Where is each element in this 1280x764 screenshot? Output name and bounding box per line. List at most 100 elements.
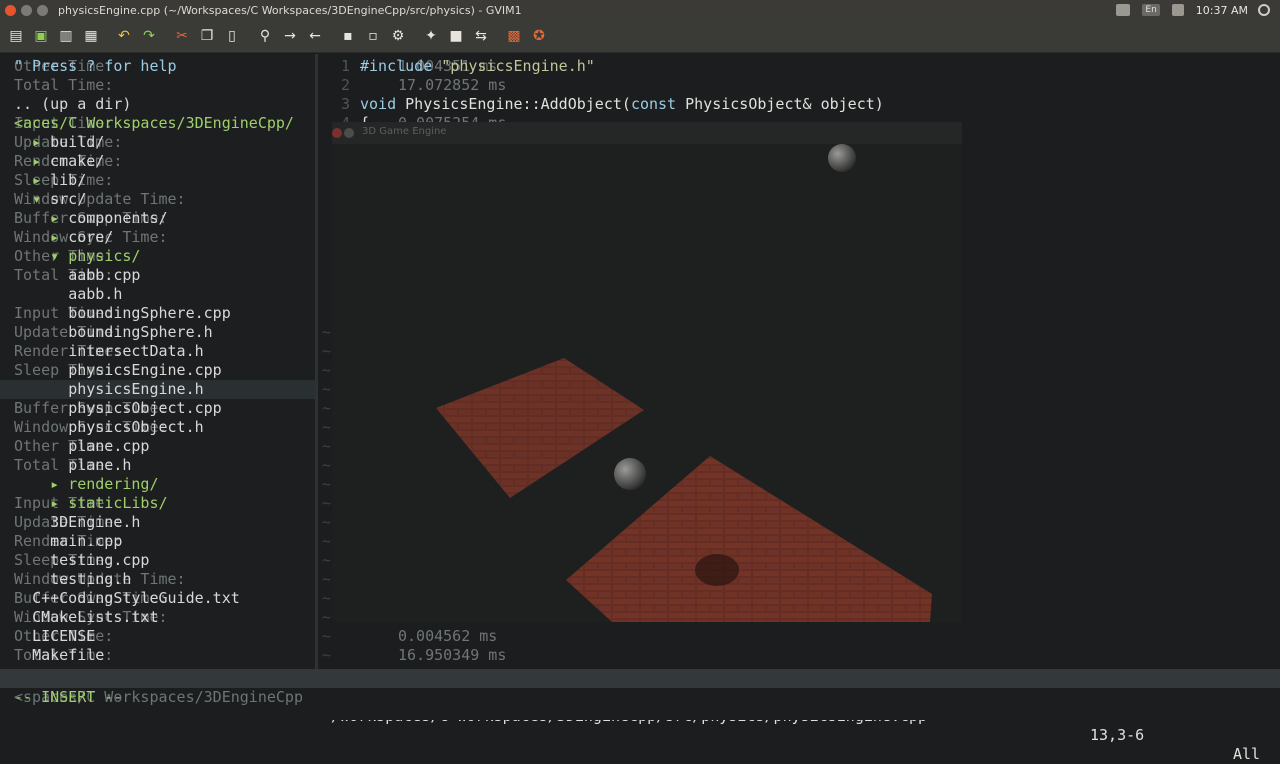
tree-entry[interactable]: plane.h — [14, 456, 131, 475]
open-file-icon[interactable]: ▤ — [6, 26, 26, 46]
tree-entry[interactable]: boundingSphere.h — [14, 323, 213, 342]
collapsed-arrow-icon[interactable]: ▸ — [50, 228, 68, 246]
scroll-indicator: All — [1233, 745, 1261, 763]
tree-entry-label: <aces/C Workspaces/3DEngineCpp/ — [14, 114, 294, 132]
ghost-timing-line: 17.072852 ms — [398, 76, 507, 94]
tree-entry[interactable]: ▸ lib/ — [14, 171, 86, 190]
tree-entry-label: 3DEngine.h — [50, 513, 141, 531]
collapsed-arrow-icon[interactable]: ▸ — [32, 133, 50, 151]
paste-icon[interactable]: ▯ — [222, 26, 242, 46]
tree-entry[interactable]: aabb.cpp — [14, 266, 140, 285]
expanded-arrow-icon[interactable]: ▾ — [50, 247, 68, 265]
tree-entry[interactable]: physicsEngine.h — [14, 380, 203, 399]
tree-entry[interactable]: LICENSE — [14, 627, 95, 646]
keyboard-icon[interactable] — [1116, 4, 1131, 16]
tree-entry[interactable]: boundingSphere.cpp — [14, 304, 231, 323]
tree-entry[interactable]: C++CodingStyleGuide.txt — [14, 589, 240, 608]
sphere-lower — [614, 458, 646, 490]
window-minimize-button[interactable] — [21, 4, 32, 16]
language-indicator[interactable]: En — [1142, 4, 1160, 16]
tree-entry[interactable]: physicsEngine.cpp — [14, 361, 222, 380]
shell-icon[interactable]: ■ — [446, 26, 466, 46]
tree-entry[interactable]: plane.cpp — [14, 437, 149, 456]
print-icon[interactable]: ▦ — [81, 26, 101, 46]
tree-entry-label: .. (up a dir) — [14, 95, 132, 113]
tree-directory[interactable]: ▸ staticLibs/ — [14, 494, 168, 513]
collapsed-arrow-icon[interactable]: ▸ — [50, 475, 68, 493]
tree-entry-label: physicsObject.cpp — [68, 399, 222, 417]
find-help-icon[interactable]: ✪ — [529, 26, 549, 46]
empty-line-tilde: ~ — [322, 437, 332, 455]
empty-line-tilde: ~ — [322, 589, 332, 607]
tree-entry-label: CMakeLists.txt — [32, 608, 159, 626]
find-prev-icon[interactable]: ← — [305, 26, 325, 46]
tree-entry[interactable]: aabb.h — [14, 285, 122, 304]
load-session-icon[interactable]: ▪ — [338, 26, 358, 46]
tree-entry-label: Makefile — [32, 646, 105, 664]
undo-icon[interactable]: ↶ — [114, 26, 134, 46]
collapsed-arrow-icon[interactable]: ▸ — [32, 171, 50, 189]
empty-line-tilde: ~ — [322, 532, 332, 550]
tree-entry[interactable]: intersectData.h — [14, 342, 203, 361]
cut-icon[interactable]: ✂ — [172, 26, 192, 46]
window-maximize-button[interactable] — [37, 4, 48, 16]
find-replace-icon[interactable]: ⚲ — [255, 26, 275, 46]
volume-icon[interactable] — [1171, 4, 1184, 16]
tree-entry-label: components/ — [68, 209, 168, 227]
power-icon[interactable] — [1258, 4, 1270, 16]
empty-line-tilde: ~ — [322, 646, 332, 664]
bottom-strip — [0, 707, 1280, 720]
tree-entry-label: LICENSE — [32, 627, 96, 645]
code-line[interactable]: void PhysicsEngine::AddObject(const Phys… — [360, 95, 884, 114]
tree-entry[interactable]: CMakeLists.txt — [14, 608, 159, 627]
tree-entry-label: build/ — [50, 133, 105, 151]
copy-icon[interactable]: ❐ — [197, 26, 217, 46]
gvim-toolbar: ▤ ▣ ▥ ▦ ↶ ↷ ✂ ❐ ▯ ⚲ → ← ▪ ▫ ⚙ ✦ ■ ⇆ ▩ ✪ — [0, 20, 1280, 53]
empty-line-tilde: ~ — [322, 570, 332, 588]
code-line[interactable]: #include "physicsEngine.h" — [360, 57, 595, 76]
collapsed-arrow-icon[interactable]: ▸ — [50, 494, 68, 512]
expanded-arrow-icon[interactable]: ▾ — [32, 190, 50, 208]
tree-entry-label: staticLibs/ — [68, 494, 168, 512]
tree-entry[interactable]: physicsObject.cpp — [14, 399, 222, 418]
statusline: <spaces/C Workspaces/3DEngineCpp ~/Works… — [0, 669, 1280, 763]
tree-entry[interactable]: ▸ core/ — [14, 228, 113, 247]
tree-entry[interactable]: ▸ build/ — [14, 133, 104, 152]
tree-entry-label: aabb.h — [68, 285, 123, 303]
tree-entry[interactable]: " Press ? for help — [14, 57, 177, 76]
clock[interactable]: 10:37 AM — [1196, 4, 1248, 17]
tree-entry-label: cmake/ — [50, 152, 105, 170]
find-next-icon[interactable]: → — [280, 26, 300, 46]
game-engine-window[interactable]: 3D Game Engine — [332, 122, 962, 622]
redo-icon[interactable]: ↷ — [139, 26, 159, 46]
collapsed-arrow-icon[interactable]: ▸ — [32, 152, 50, 170]
tree-entry[interactable]: Makefile — [14, 646, 104, 665]
tags-icon[interactable]: ⇆ — [471, 26, 491, 46]
window-close-button[interactable] — [5, 4, 16, 16]
collapsed-arrow-icon[interactable]: ▸ — [50, 209, 68, 227]
empty-line-tilde: ~ — [322, 456, 332, 474]
save-session-file-icon[interactable]: ▫ — [363, 26, 383, 46]
tree-entry[interactable]: testing.cpp — [14, 551, 149, 570]
run-script-icon[interactable]: ⚙ — [388, 26, 408, 46]
tree-entry[interactable]: 3DEngine.h — [14, 513, 140, 532]
cursor-position: 13,3-6 — [1090, 726, 1145, 744]
tree-entry[interactable]: physicsObject.h — [14, 418, 203, 437]
tree-directory[interactable]: ▾ physics/ — [14, 247, 140, 266]
tree-directory[interactable]: <aces/C Workspaces/3DEngineCpp/ — [14, 114, 294, 133]
save-icon[interactable]: ▣ — [31, 26, 51, 46]
tree-entry[interactable]: main.cpp — [14, 532, 122, 551]
tree-entry[interactable]: ▸ cmake/ — [14, 152, 104, 171]
empty-line-tilde: ~ — [322, 494, 332, 512]
tree-entry[interactable]: ▸ components/ — [14, 209, 168, 228]
make-icon[interactable]: ✦ — [421, 26, 441, 46]
ghost-timing-line: 0.004562 ms — [398, 627, 498, 645]
tree-entry[interactable]: .. (up a dir) — [14, 95, 131, 114]
tree-entry[interactable]: ▾ src/ — [14, 190, 86, 209]
empty-line-tilde: ~ — [322, 627, 332, 645]
save-session-icon[interactable]: ▥ — [56, 26, 76, 46]
tree-entry[interactable]: testing.h — [14, 570, 131, 589]
tree-directory[interactable]: ▸ rendering/ — [14, 475, 158, 494]
help-icon[interactable]: ▩ — [504, 26, 524, 46]
nerdtree-pane[interactable]: Other Time: Total Time: Input Time: Update … — [0, 54, 315, 670]
